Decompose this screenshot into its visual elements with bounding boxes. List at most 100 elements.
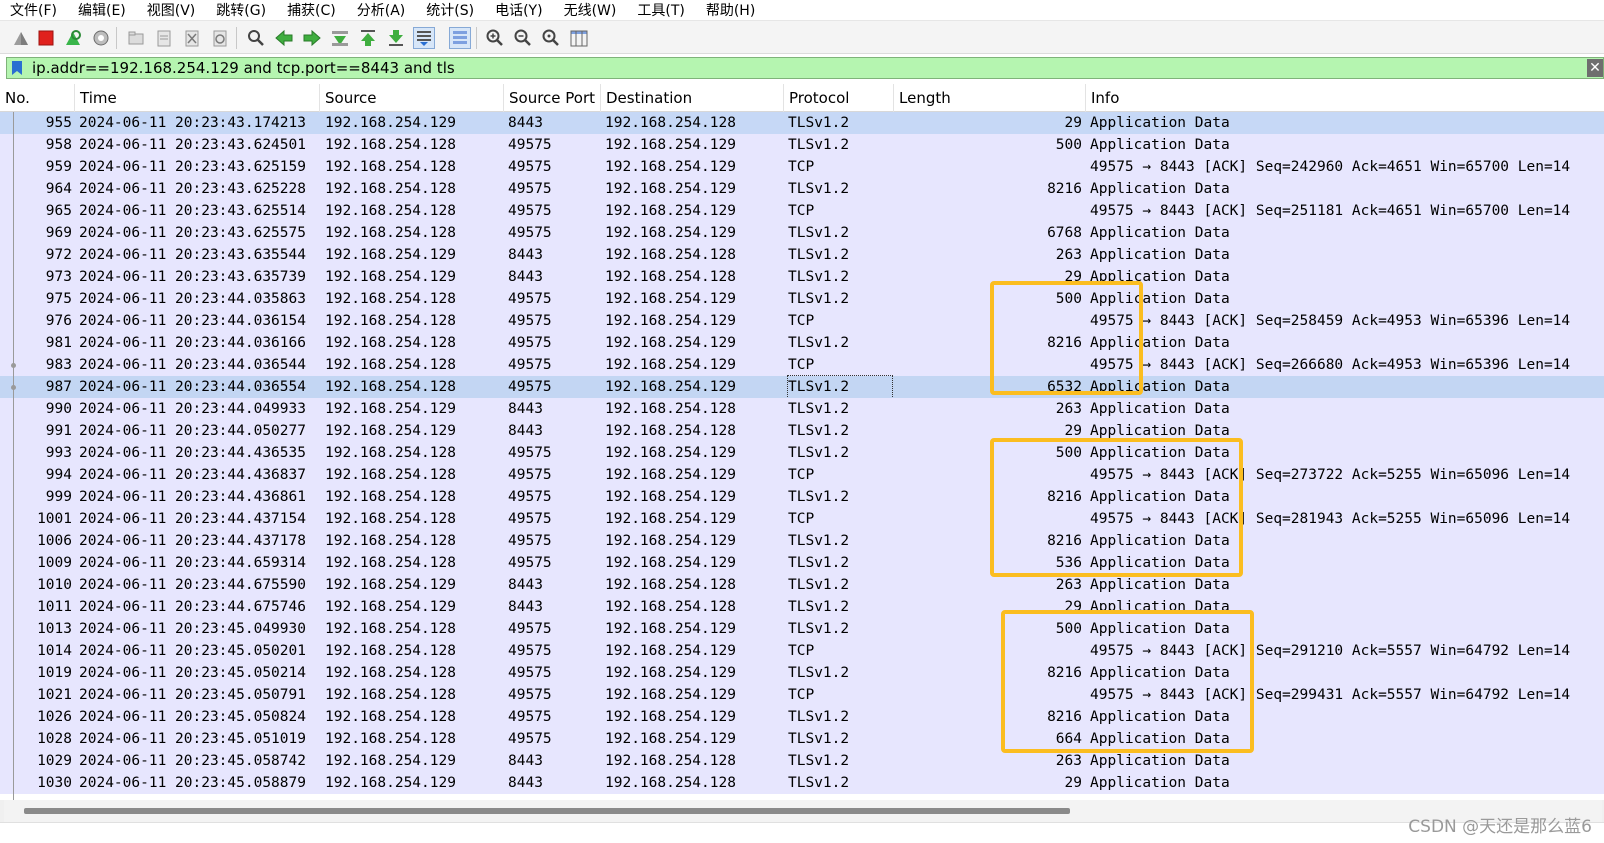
capture-options-icon[interactable] [90, 27, 112, 49]
cell-time: 2024-06-11 20:23:45.050824 [79, 709, 306, 725]
packet-row[interactable]: 983 2024-06-11 20:23:44.036544 192.168.254… [0, 354, 1604, 376]
cell-no: 1030 [37, 775, 72, 791]
packet-row[interactable]: 976 2024-06-11 20:23:44.036154 192.168.254… [0, 310, 1604, 332]
zoom-out-icon[interactable] [512, 27, 534, 49]
colorize-icon[interactable] [449, 27, 471, 49]
clear-filter-icon[interactable]: ✕ [1587, 59, 1603, 77]
cell-source-port: 49575 [508, 731, 552, 747]
menu-item[interactable]: 文件(F) [10, 0, 57, 20]
column-header-source-port[interactable]: Source Port [504, 84, 601, 112]
packet-row[interactable]: 1029 2024-06-11 20:23:45.058742 192.168.25… [0, 750, 1604, 772]
cell-source-port: 8443 [508, 115, 543, 131]
column-header-no[interactable]: No. [0, 84, 75, 112]
cell-protocol: TLSv1.2 [787, 375, 893, 399]
column-header-time[interactable]: Time [75, 84, 320, 112]
packet-row[interactable]: 1030 2024-06-11 20:23:45.058879 192.168.25… [0, 772, 1604, 794]
packet-row[interactable]: 959 2024-06-11 20:23:43.625159 192.168.254… [0, 156, 1604, 178]
scrollbar-thumb[interactable] [24, 808, 1070, 814]
stop-capture-icon[interactable] [35, 27, 57, 49]
cell-source-port: 49575 [508, 533, 552, 549]
open-file-icon[interactable] [125, 27, 147, 49]
column-header-protocol[interactable]: Protocol [784, 84, 894, 112]
packet-list[interactable]: No. Time Source Source Port Destination … [0, 84, 1604, 800]
close-file-icon[interactable] [181, 27, 203, 49]
packet-row[interactable]: 990 2024-06-11 20:23:44.049933 192.168.254… [0, 398, 1604, 420]
cell-no: 1001 [37, 511, 72, 527]
cell-destination: 192.168.254.129 [605, 159, 736, 175]
cell-no: 1029 [37, 753, 72, 769]
autoscroll-icon[interactable] [413, 27, 435, 49]
menu-item[interactable]: 分析(A) [357, 0, 406, 20]
packet-row[interactable]: 994 2024-06-11 20:23:44.436837 192.168.254… [0, 464, 1604, 486]
packet-row[interactable]: 1019 2024-06-11 20:23:45.050214 192.168.25… [0, 662, 1604, 684]
menu-item[interactable]: 工具(T) [637, 0, 684, 20]
packet-row[interactable]: 1026 2024-06-11 20:23:45.050824 192.168.25… [0, 706, 1604, 728]
packet-row[interactable]: 969 2024-06-11 20:23:43.625575 192.168.254… [0, 222, 1604, 244]
menu-item[interactable]: 编辑(E) [78, 0, 126, 20]
cell-source: 192.168.254.129 [325, 269, 456, 285]
menu-item[interactable]: 无线(W) [564, 0, 617, 20]
packet-row[interactable]: 987 2024-06-11 20:23:44.036554 192.168.254… [0, 375, 1604, 399]
packet-row[interactable]: 1013 2024-06-11 20:23:45.049930 192.168.25… [0, 618, 1604, 640]
packet-row[interactable]: 1009 2024-06-11 20:23:44.659314 192.168.25… [0, 552, 1604, 574]
zoom-reset-icon[interactable] [540, 27, 562, 49]
bookmark-icon[interactable] [10, 60, 24, 76]
cell-protocol: TCP [788, 467, 815, 483]
cell-length [897, 684, 1082, 706]
cell-time: 2024-06-11 20:23:44.049933 [79, 401, 306, 417]
go-back-icon[interactable] [273, 27, 295, 49]
cell-source: 192.168.254.129 [325, 115, 456, 131]
go-to-packet-icon[interactable] [329, 27, 351, 49]
packet-row[interactable]: 1010 2024-06-11 20:23:44.675590 192.168.25… [0, 574, 1604, 596]
packet-row[interactable]: 972 2024-06-11 20:23:43.635544 192.168.254… [0, 244, 1604, 266]
display-filter-input[interactable]: ip.addr==192.168.254.129 and tcp.port==8… [32, 59, 455, 77]
resize-columns-icon[interactable] [568, 27, 590, 49]
find-packet-icon[interactable] [245, 27, 267, 49]
menu-item[interactable]: 电话(Y) [495, 0, 542, 20]
cell-source: 192.168.254.128 [325, 467, 456, 483]
packet-row[interactable]: 958 2024-06-11 20:23:43.624501 192.168.254… [0, 134, 1604, 156]
shark-fin-start-icon[interactable] [10, 27, 32, 49]
packet-row[interactable]: 981 2024-06-11 20:23:44.036166 192.168.254… [0, 332, 1604, 354]
menu-item[interactable]: 视图(V) [147, 0, 196, 20]
cell-time: 2024-06-11 20:23:45.058742 [79, 753, 306, 769]
packet-row[interactable]: 1014 2024-06-11 20:23:45.050201 192.168.25… [0, 640, 1604, 662]
column-header-destination[interactable]: Destination [601, 84, 784, 112]
cell-time: 2024-06-11 20:23:44.036166 [79, 335, 306, 351]
column-header-length[interactable]: Length [894, 84, 1086, 112]
cell-time: 2024-06-11 20:23:44.437178 [79, 533, 306, 549]
packet-row[interactable]: 1006 2024-06-11 20:23:44.437178 192.168.25… [0, 530, 1604, 552]
column-header-source[interactable]: Source [320, 84, 504, 112]
packet-row[interactable]: 975 2024-06-11 20:23:44.035863 192.168.254… [0, 288, 1604, 310]
restart-capture-icon[interactable] [62, 27, 84, 49]
packet-row[interactable]: 1011 2024-06-11 20:23:44.675746 192.168.25… [0, 596, 1604, 618]
menu-item[interactable]: 跳转(G) [216, 0, 266, 20]
cell-time: 2024-06-11 20:23:45.050201 [79, 643, 306, 659]
packet-row[interactable]: 991 2024-06-11 20:23:44.050277 192.168.254… [0, 420, 1604, 442]
packet-row[interactable]: 964 2024-06-11 20:23:43.625228 192.168.254… [0, 178, 1604, 200]
go-forward-icon[interactable] [301, 27, 323, 49]
packet-row[interactable]: 965 2024-06-11 20:23:43.625514 192.168.254… [0, 200, 1604, 222]
packet-row[interactable]: 955 2024-06-11 20:23:43.174213 192.168.254… [0, 112, 1604, 134]
cell-info: Application Data [1090, 709, 1230, 725]
cell-source: 192.168.254.128 [325, 445, 456, 461]
menu-item[interactable]: 帮助(H) [706, 0, 755, 20]
cell-protocol: TCP [788, 511, 815, 527]
display-filter-bar[interactable]: ip.addr==192.168.254.129 and tcp.port==8… [6, 57, 1604, 79]
packet-row[interactable]: 999 2024-06-11 20:23:44.436861 192.168.254… [0, 486, 1604, 508]
packet-row[interactable]: 993 2024-06-11 20:23:44.436535 192.168.254… [0, 442, 1604, 464]
menu-item[interactable]: 捕获(C) [287, 0, 336, 20]
save-file-icon[interactable] [153, 27, 175, 49]
zoom-in-icon[interactable] [484, 27, 506, 49]
column-header-info[interactable]: Info [1086, 84, 1604, 112]
packet-row[interactable]: 973 2024-06-11 20:23:43.635739 192.168.254… [0, 266, 1604, 288]
reload-file-icon[interactable] [209, 27, 231, 49]
go-last-icon[interactable] [385, 27, 407, 49]
cell-no: 969 [45, 225, 72, 241]
menu-item[interactable]: 统计(S) [426, 0, 474, 20]
packet-row[interactable]: 1028 2024-06-11 20:23:45.051019 192.168.25… [0, 728, 1604, 750]
packet-row[interactable]: 1001 2024-06-11 20:23:44.437154 192.168.25… [0, 508, 1604, 530]
horizontal-scrollbar[interactable] [0, 800, 1604, 822]
go-first-icon[interactable] [357, 27, 379, 49]
packet-row[interactable]: 1021 2024-06-11 20:23:45.050791 192.168.25… [0, 684, 1604, 706]
